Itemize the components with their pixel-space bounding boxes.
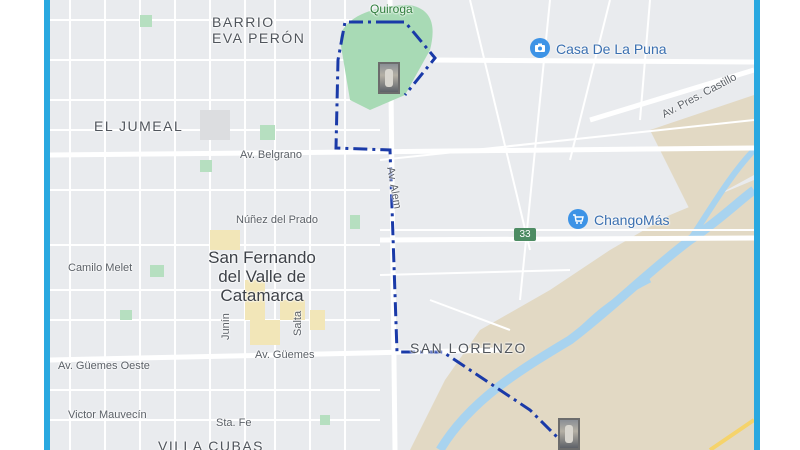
area-label-villa-cubas: VILLA CUBAS (158, 438, 264, 450)
city-label-line3: Catamarca (220, 286, 304, 305)
area-label-el-jumeal: EL JUMEAL (94, 118, 184, 134)
photo-marker-north[interactable] (378, 62, 400, 94)
area-label-san-lorenzo: SAN LORENZO (410, 340, 527, 356)
road-label-guemes: Av. Güemes (255, 349, 315, 361)
road-label-junin: Junín (220, 313, 232, 340)
map-view[interactable]: BARRIO EVA PERÓN EL JUMEAL SAN LORENZO V… (44, 0, 760, 450)
area-label-barrio: BARRIO (212, 14, 275, 30)
road-label-salta: Salta (292, 310, 304, 336)
slide-frame: BARRIO EVA PERÓN EL JUMEAL SAN LORENZO V… (0, 0, 800, 450)
road-label-nunez: Núñez del Prado (236, 214, 318, 226)
city-label: San Fernando del Valle de Catamarca (202, 248, 322, 305)
road-label-belgrano: Av. Belgrano (240, 149, 302, 161)
city-label-line2: del Valle de (218, 267, 306, 286)
park-label-quiroga: Quiroga (370, 2, 413, 16)
camera-icon[interactable] (530, 38, 550, 58)
road-label-guemes-oeste: Av. Güemes Oeste (58, 360, 150, 372)
area-label-eva-peron: EVA PERÓN (212, 30, 306, 46)
shopping-cart-icon[interactable] (568, 209, 588, 229)
road-label-santa-fe: Sta. Fe (216, 417, 252, 429)
road-label-victor: Victor Mauvecín (68, 409, 147, 421)
route-shield: 33 (514, 228, 536, 241)
road-label-camilo: Camilo Melet (68, 262, 133, 274)
poi-label-changomas[interactable]: ChangoMás (594, 212, 670, 228)
city-label-line1: San Fernando (208, 248, 316, 267)
photo-marker-south[interactable] (558, 418, 580, 450)
poi-label-casa-de-la-puna[interactable]: Casa De La Puna (556, 41, 667, 57)
